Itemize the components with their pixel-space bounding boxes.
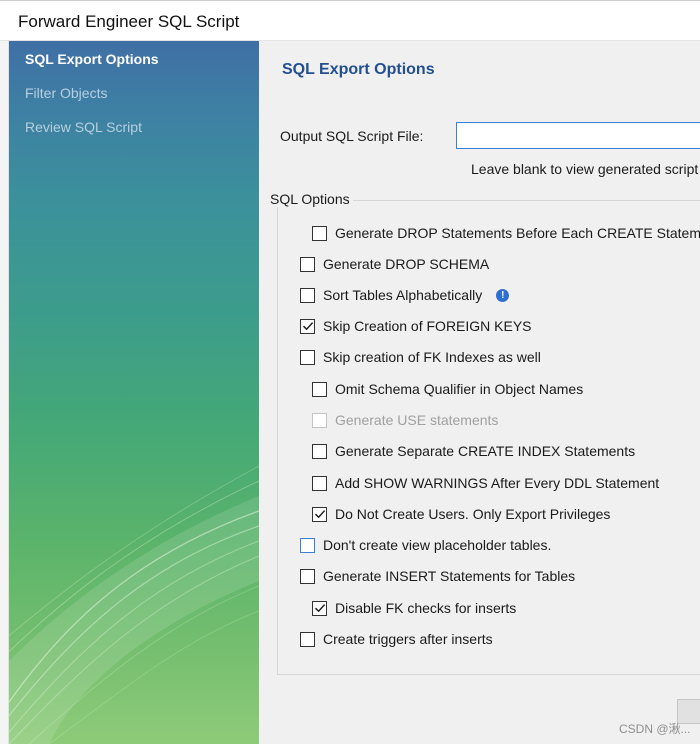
page-title: SQL Export Options <box>282 61 435 78</box>
sidebar-item-filter-objects[interactable]: Filter Objects <box>25 85 107 101</box>
option-label: Don't create view placeholder tables. <box>323 537 552 553</box>
option-label: Add SHOW WARNINGS After Every DDL Statem… <box>335 475 660 491</box>
option-skip-foreign-keys[interactable]: Skip Creation of FOREIGN KEYS <box>300 316 532 336</box>
checkbox[interactable] <box>312 381 327 397</box>
checkbox[interactable] <box>312 506 327 522</box>
option-generate-insert-statements[interactable]: Generate INSERT Statements for Tables <box>300 566 575 586</box>
checkbox[interactable] <box>300 318 315 334</box>
option-generate-use-statements: Generate USE statements <box>312 410 498 430</box>
option-label: Generate Separate CREATE INDEX Statement… <box>335 443 636 459</box>
background-window-strip <box>0 41 9 744</box>
checkbox[interactable] <box>312 225 327 241</box>
info-icon[interactable]: ! <box>496 288 510 302</box>
checkbox[interactable] <box>312 600 327 616</box>
option-label: Create triggers after inserts <box>323 631 493 647</box>
checkbox <box>312 412 327 428</box>
sidebar-item-sql-export-options[interactable]: SQL Export Options <box>25 51 159 67</box>
checkbox[interactable] <box>300 631 315 647</box>
checkbox[interactable] <box>300 537 315 553</box>
check-icon <box>314 510 325 519</box>
sidebar-item-review-sql-script[interactable]: Review SQL Script <box>25 119 142 135</box>
output-file-input[interactable] <box>456 122 700 149</box>
option-do-not-create-users[interactable]: Do Not Create Users. Only Export Privile… <box>312 504 610 524</box>
option-disable-fk-checks[interactable]: Disable FK checks for inserts <box>312 598 516 618</box>
option-label: Sort Tables Alphabetically <box>323 287 483 303</box>
check-icon <box>302 322 313 331</box>
option-label: Generate DROP SCHEMA <box>323 256 490 272</box>
option-create-triggers-after-inserts[interactable]: Create triggers after inserts <box>300 629 493 649</box>
output-file-label: Output SQL Script File: <box>280 128 424 144</box>
option-label: Generate USE statements <box>335 412 499 428</box>
main-panel: SQL Export Options Output SQL Script Fil… <box>259 41 700 744</box>
sql-options-group-label: SQL Options <box>267 191 353 207</box>
option-label: Generate INSERT Statements for Tables <box>323 568 576 584</box>
option-skip-fk-indexes[interactable]: Skip creation of FK Indexes as well <box>300 347 541 367</box>
option-no-view-placeholder[interactable]: Don't create view placeholder tables. <box>300 535 551 555</box>
window-title: Forward Engineer SQL Script <box>18 12 240 31</box>
option-sort-tables-alphabetically[interactable]: Sort Tables Alphabetically ! <box>300 285 510 305</box>
title-bar: Forward Engineer SQL Script <box>0 0 700 41</box>
option-omit-schema-qualifier[interactable]: Omit Schema Qualifier in Object Names <box>312 379 583 399</box>
wizard-sidebar: SQL Export Options Filter Objects Review… <box>9 41 259 744</box>
option-label: Do Not Create Users. Only Export Privile… <box>335 506 611 522</box>
output-file-hint: Leave blank to view generated script b <box>471 161 700 177</box>
option-label: Skip Creation of FOREIGN KEYS <box>323 318 532 334</box>
checkbox[interactable] <box>300 349 315 365</box>
option-label: Skip creation of FK Indexes as well <box>323 349 541 365</box>
option-add-show-warnings[interactable]: Add SHOW WARNINGS After Every DDL Statem… <box>312 473 659 493</box>
option-separate-create-index[interactable]: Generate Separate CREATE INDEX Statement… <box>312 441 635 461</box>
option-generate-drop-schema[interactable]: Generate DROP SCHEMA <box>300 254 489 274</box>
checkbox[interactable] <box>312 443 327 459</box>
check-icon <box>314 604 325 613</box>
option-generate-drop-statements[interactable]: Generate DROP Statements Before Each CRE… <box>312 223 700 243</box>
checkbox[interactable] <box>300 568 315 584</box>
checkbox[interactable] <box>312 475 327 491</box>
watermark: CSDN @湫... <box>619 722 691 736</box>
checkbox[interactable] <box>300 256 315 272</box>
option-label: Omit Schema Qualifier in Object Names <box>335 381 584 397</box>
option-label: Disable FK checks for inserts <box>335 600 517 616</box>
sidebar-decoration <box>9 465 259 744</box>
checkbox[interactable] <box>300 287 315 303</box>
option-label: Generate DROP Statements Before Each CRE… <box>335 225 700 241</box>
